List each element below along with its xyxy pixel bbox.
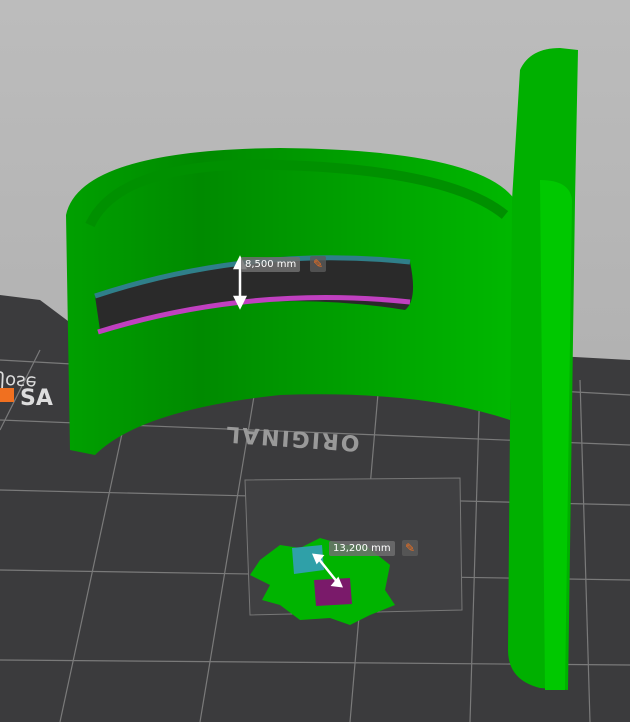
bed-logo-text: SA xyxy=(20,386,53,411)
measurement-label: 8,500 mm xyxy=(241,257,301,272)
3d-viewport[interactable]: Jose SA ORIGINAL 8,500 mm ✎ 13,200 mm ✎ xyxy=(0,0,630,723)
bed-logo-accent xyxy=(0,388,14,402)
pencil-icon[interactable]: ✎ xyxy=(402,540,418,556)
scene[interactable]: Jose SA ORIGINAL xyxy=(0,0,630,723)
feature-b-face[interactable] xyxy=(314,578,352,606)
measurement-label: 13,200 mm xyxy=(329,541,395,556)
pencil-icon[interactable]: ✎ xyxy=(310,256,326,272)
